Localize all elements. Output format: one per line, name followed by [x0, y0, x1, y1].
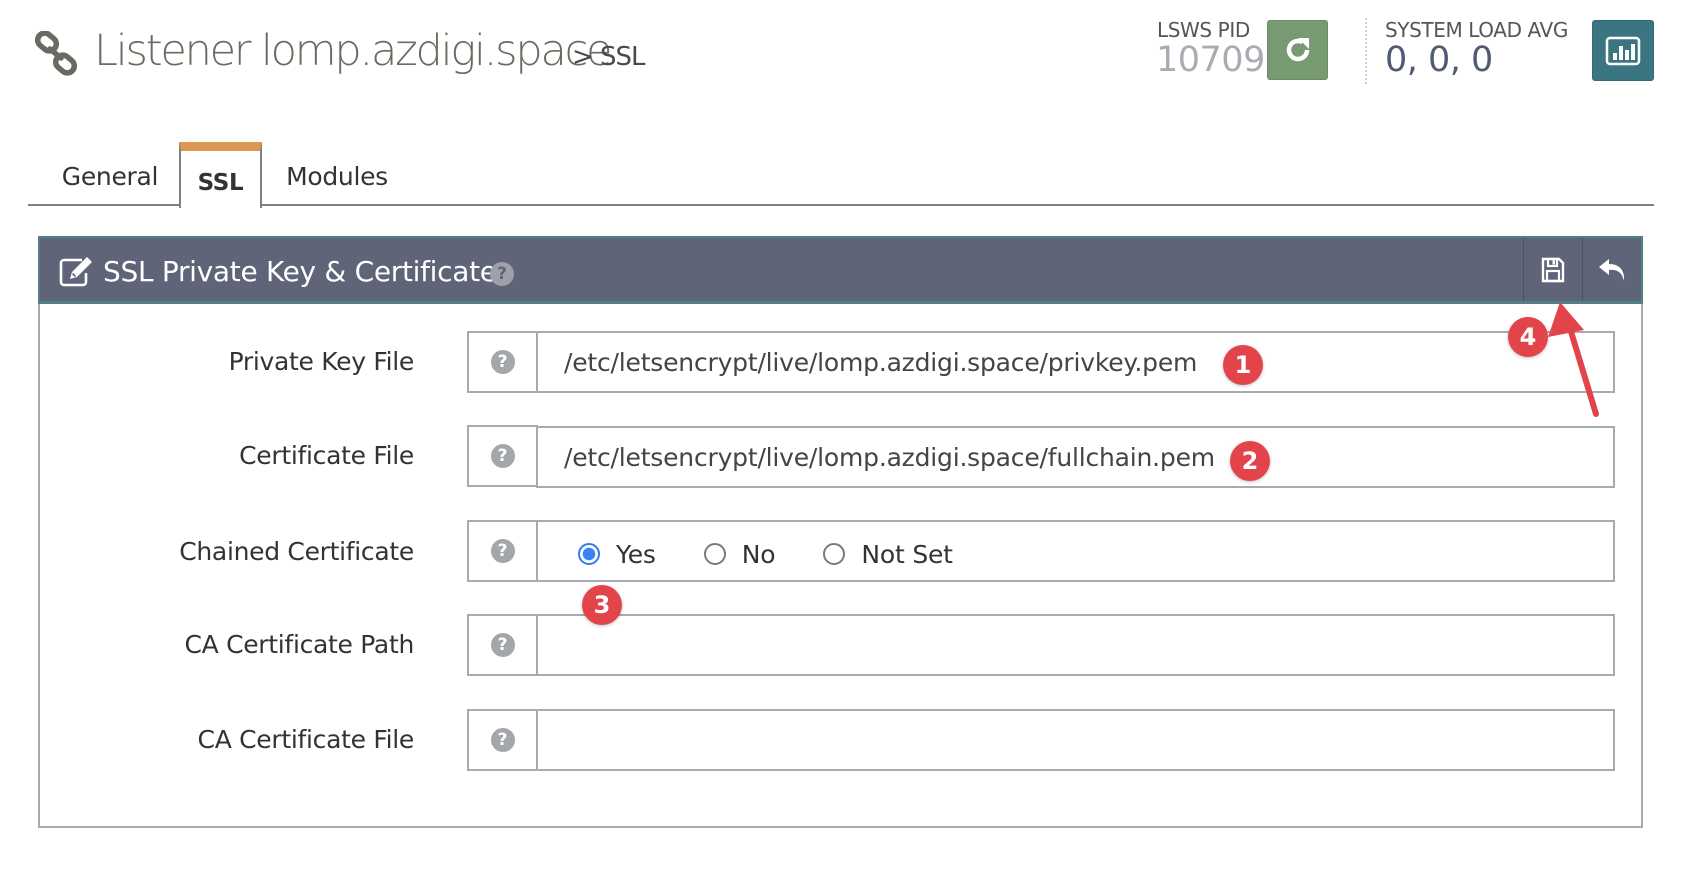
- undo-icon: [1599, 258, 1625, 281]
- annotation-badge-4: 4: [1508, 317, 1548, 357]
- help-icon: ?: [490, 633, 515, 657]
- pid-label: LSWS PID: [1157, 18, 1250, 42]
- load-avg-label: SYSTEM LOAD AVG: [1385, 18, 1568, 42]
- private-key-file-label: Private Key File: [228, 347, 415, 376]
- panel-title: SSL Private Key & Certificate: [103, 255, 497, 288]
- restart-button[interactable]: [1267, 20, 1328, 80]
- radio-label-no: No: [741, 539, 776, 569]
- annotation-badge-3: 3: [582, 585, 622, 625]
- help-icon: ?: [490, 539, 515, 563]
- annotation-badge-2: 2: [1230, 441, 1270, 481]
- private-key-file-field[interactable]: [536, 331, 1615, 393]
- load-avg-value: 0, 0, 0: [1385, 40, 1493, 80]
- undo-button[interactable]: [1582, 238, 1641, 301]
- help-icon: ?: [490, 262, 514, 286]
- radio-button[interactable]: [703, 543, 726, 565]
- radio-button-checked[interactable]: [578, 543, 600, 565]
- ca-certificate-file-input[interactable]: [564, 725, 1613, 755]
- ca-certificate-path-help-button[interactable]: ?: [467, 614, 538, 676]
- radio-yes[interactable]: Yes: [578, 540, 656, 569]
- bar-chart-icon: [1605, 36, 1641, 65]
- edit-icon: [59, 257, 92, 287]
- save-icon: [1541, 257, 1565, 282]
- save-button[interactable]: [1523, 238, 1582, 301]
- chained-certificate-radio-group: Yes No Not Set: [578, 540, 1001, 569]
- ca-certificate-path-input[interactable]: [564, 630, 1613, 660]
- link-icon: [34, 31, 78, 76]
- stats-divider: [1365, 18, 1367, 84]
- tab-modules[interactable]: Modules: [272, 150, 402, 206]
- help-icon: ?: [490, 350, 515, 374]
- chained-certificate-field: Yes No Not Set: [536, 520, 1615, 582]
- ca-certificate-path-field[interactable]: [536, 614, 1615, 676]
- help-icon: ?: [490, 444, 515, 468]
- ca-certificate-path-label: CA Certificate Path: [184, 630, 414, 659]
- certificate-file-input[interactable]: [564, 442, 1613, 472]
- panel-help-button[interactable]: ?: [490, 262, 514, 286]
- tab-general[interactable]: General: [48, 150, 172, 206]
- chained-certificate-help-button[interactable]: ?: [467, 520, 538, 582]
- certificate-file-field[interactable]: [536, 426, 1615, 488]
- load-chart-button[interactable]: [1592, 20, 1654, 81]
- chained-certificate-label: Chained Certificate: [179, 537, 414, 566]
- ca-certificate-file-label: CA Certificate File: [197, 725, 415, 754]
- tab-ssl[interactable]: SSL: [179, 142, 262, 208]
- annotation-badge-1: 1: [1223, 345, 1263, 385]
- restart-icon: [1286, 38, 1309, 62]
- ca-certificate-file-field[interactable]: [536, 709, 1615, 771]
- page-title: Listener lomp.azdigi.space: [94, 26, 613, 76]
- breadcrumb-current: > SSL: [572, 42, 646, 72]
- private-key-help-button[interactable]: ?: [467, 331, 538, 393]
- ca-certificate-file-help-button[interactable]: ?: [467, 709, 538, 771]
- radio-not-set[interactable]: Not Set: [823, 539, 953, 569]
- help-icon: ?: [490, 728, 515, 752]
- radio-button[interactable]: [823, 543, 846, 565]
- certificate-file-label: Certificate File: [239, 441, 414, 470]
- pid-value: 10709: [1156, 40, 1265, 80]
- radio-label-not-set: Not Set: [861, 539, 953, 569]
- certificate-help-button[interactable]: ?: [467, 425, 538, 487]
- private-key-file-input[interactable]: [564, 347, 1613, 377]
- radio-label-yes: Yes: [616, 539, 656, 569]
- radio-no[interactable]: No: [703, 539, 776, 569]
